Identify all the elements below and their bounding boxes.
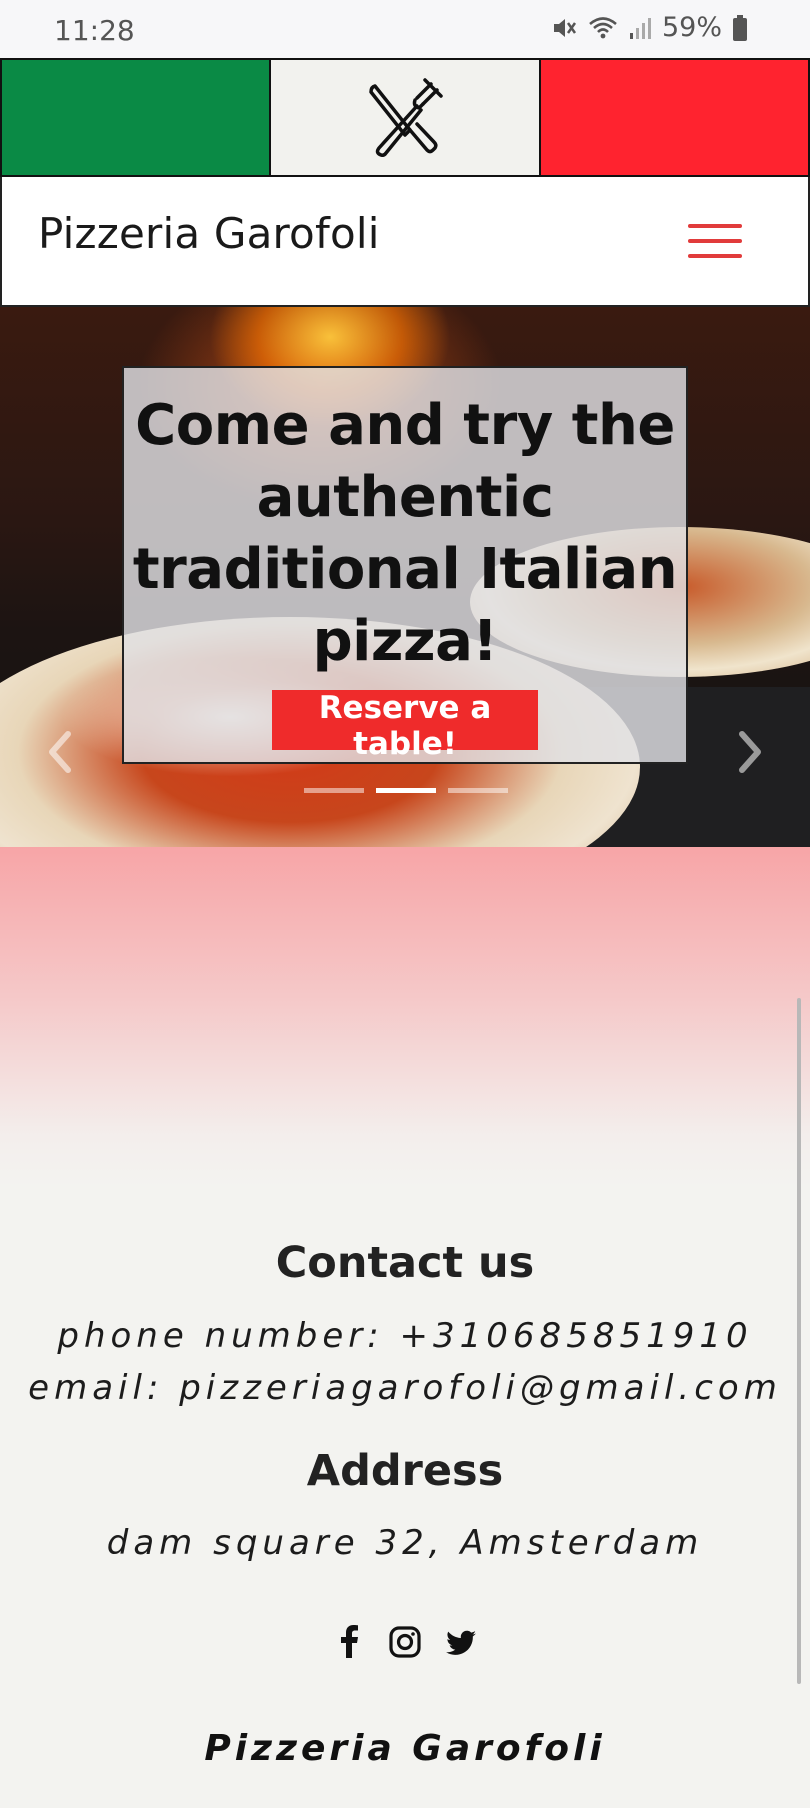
facebook-icon[interactable] — [333, 1624, 365, 1660]
battery-icon — [733, 14, 747, 41]
signal-icon — [629, 17, 651, 39]
footer-brand: Pizzeria Garofoli — [204, 1728, 606, 1769]
hamburger-menu-icon[interactable] — [688, 218, 746, 264]
hero-caption-card: Come and try the authentic traditional I… — [122, 366, 688, 764]
wifi-icon — [589, 16, 617, 38]
navbar: Pizzeria Garofoli — [0, 177, 810, 307]
flag-red-stripe — [540, 60, 808, 175]
contact-phone[interactable]: phone number: +310685851910 — [0, 1316, 810, 1356]
instagram-icon[interactable] — [389, 1624, 421, 1660]
fork-knife-icon — [369, 77, 443, 157]
status-bar: 11:28 59% — [0, 0, 810, 58]
carousel-prev-icon[interactable] — [40, 722, 80, 782]
carousel-next-icon[interactable] — [730, 722, 770, 782]
carousel-indicator-active[interactable] — [376, 788, 436, 793]
status-time: 11:28 — [54, 14, 135, 47]
social-links — [333, 1624, 477, 1660]
hamburger-line — [688, 239, 742, 243]
twitter-icon[interactable] — [445, 1624, 477, 1660]
address-heading: Address — [306, 1446, 504, 1496]
contact-heading: Contact us — [275, 1238, 535, 1288]
status-icons: 59% — [550, 12, 748, 43]
carousel-indicators — [304, 788, 508, 793]
hamburger-line — [688, 254, 742, 258]
hamburger-line — [688, 224, 742, 228]
mute-icon — [553, 18, 577, 37]
reserve-table-button[interactable]: Reserve a table! — [272, 690, 538, 762]
flag-white-stripe — [271, 60, 539, 175]
carousel-indicator[interactable] — [304, 788, 364, 793]
gradient-band — [0, 847, 810, 1187]
flag-green-stripe — [2, 60, 270, 175]
flag-banner — [0, 58, 810, 177]
contact-email[interactable]: email: pizzeriagarofoli@gmail.com — [0, 1368, 810, 1408]
hero-carousel: Come and try the authentic traditional I… — [0, 307, 810, 847]
address-text: dam square 32, Amsterdam — [106, 1523, 704, 1563]
battery-percent: 59% — [661, 12, 722, 43]
carousel-indicator[interactable] — [448, 788, 508, 793]
hero-title: Come and try the authentic traditional I… — [132, 393, 678, 674]
brand-name[interactable]: Pizzeria Garofoli — [38, 209, 380, 258]
